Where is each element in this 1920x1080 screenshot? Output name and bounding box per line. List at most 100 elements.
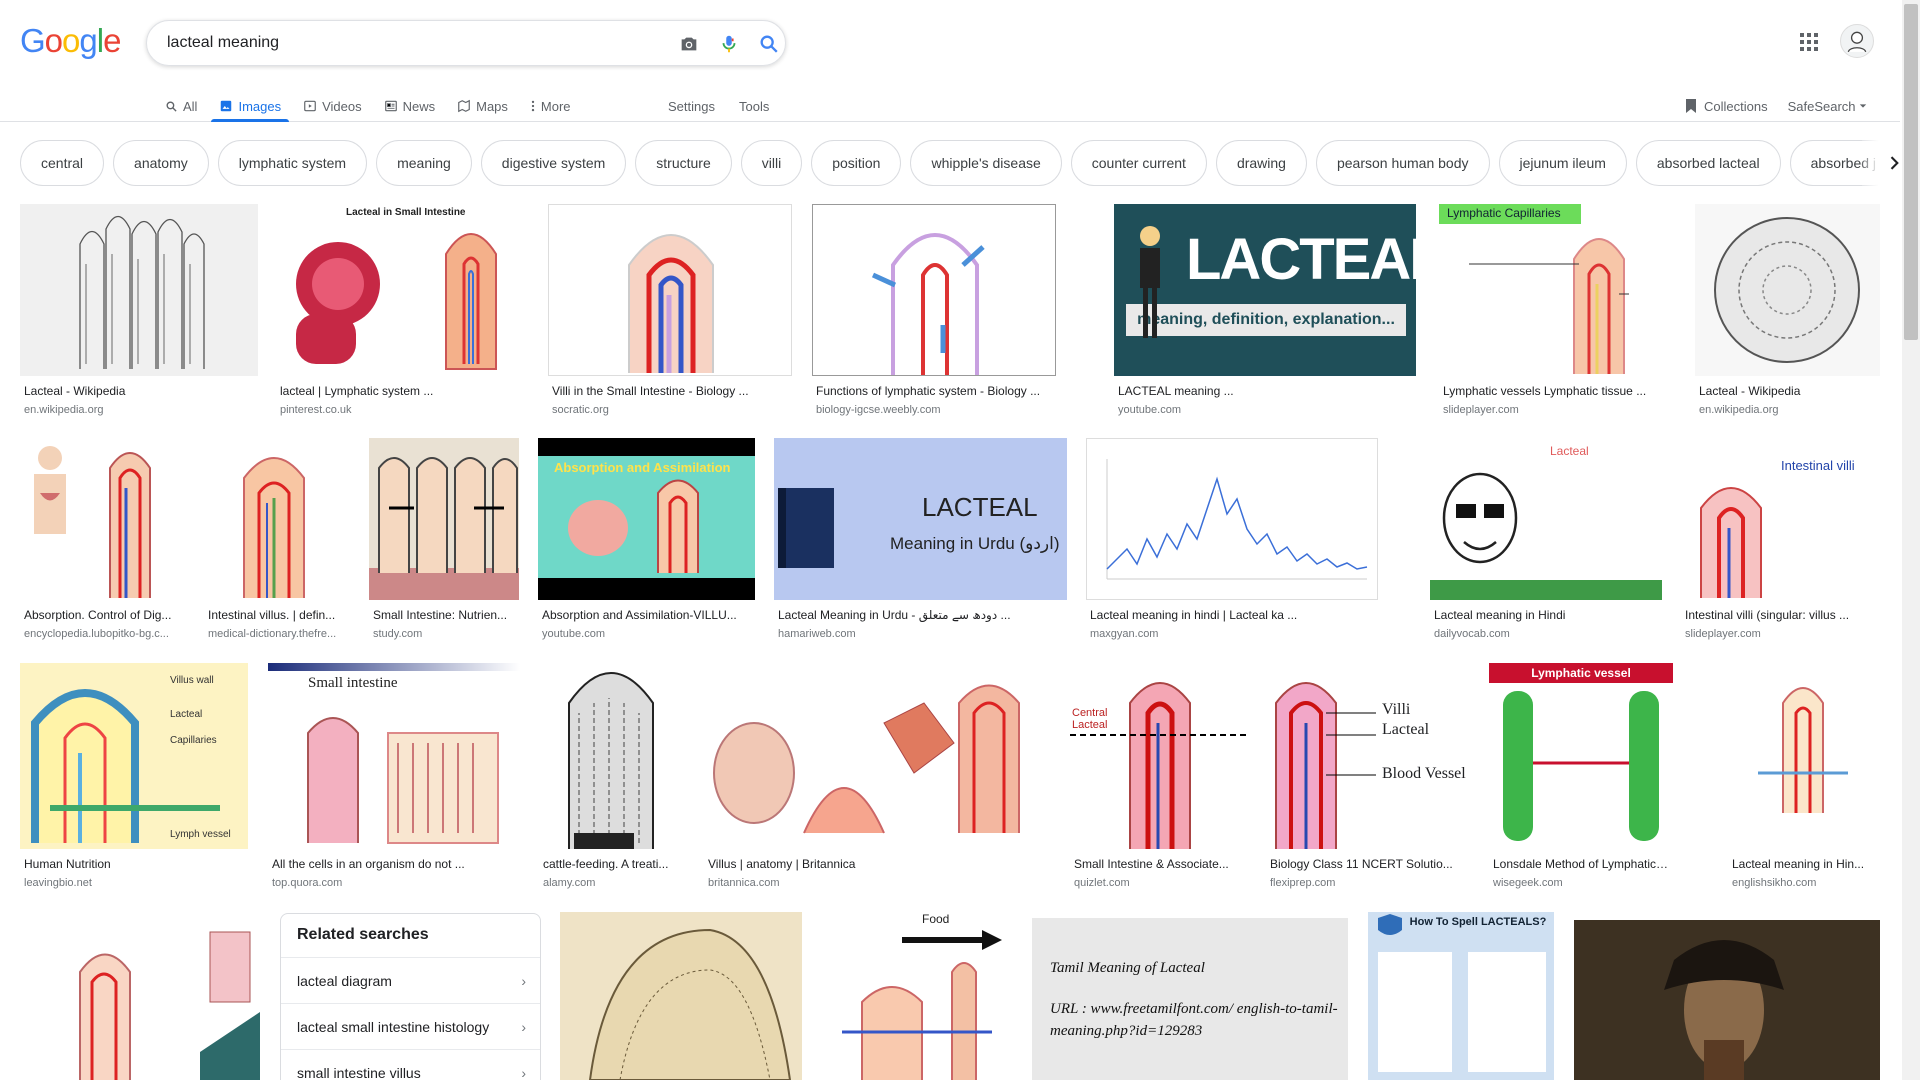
- result-source[interactable]: britannica.com: [708, 877, 1046, 889]
- tab-news[interactable]: News: [384, 90, 435, 122]
- chip[interactable]: digestive system: [480, 140, 627, 186]
- result-caption[interactable]: Lacteal meaning in Hin...: [1732, 857, 1878, 871]
- result-card[interactable]: Lymphatic Capillaries Lymphatic vessels …: [1439, 204, 1675, 424]
- collections-button[interactable]: Collections: [1684, 98, 1768, 114]
- tab-all[interactable]: All: [165, 90, 197, 122]
- tab-videos[interactable]: Videos: [303, 90, 362, 122]
- result-card[interactable]: LACTEAL meaning, definition, explanation…: [1114, 204, 1416, 424]
- result-caption[interactable]: All the cells in an organism do not ...: [272, 857, 516, 871]
- result-source[interactable]: socratic.org: [552, 404, 788, 416]
- account-avatar[interactable]: [1840, 24, 1874, 58]
- result-thumbnail[interactable]: [369, 438, 519, 600]
- result-caption[interactable]: Lacteal meaning in hindi | Lacteal ka ..…: [1090, 608, 1375, 622]
- result-source[interactable]: en.wikipedia.org: [1699, 404, 1876, 416]
- result-thumbnail[interactable]: LACTEAL Meaning in Urdu (اردو): [774, 438, 1067, 600]
- result-thumbnail[interactable]: Villus wall Lacteal Capillaries Lymph ve…: [20, 663, 248, 849]
- result-source[interactable]: wisegeek.com: [1493, 877, 1671, 889]
- result-card[interactable]: Villi in the Small Intestine - Biology .…: [548, 204, 792, 424]
- result-source[interactable]: youtube.com: [542, 628, 752, 640]
- result-card[interactable]: Villus | anatomy | Britannica britannica…: [704, 663, 1050, 893]
- chip[interactable]: jejunum ileum: [1498, 140, 1627, 186]
- settings-link[interactable]: Settings: [668, 99, 715, 114]
- result-caption[interactable]: Functions of lymphatic system - Biology …: [816, 384, 1052, 398]
- result-card[interactable]: Lacteal - Wikipedia en.wikipedia.org: [20, 204, 258, 424]
- result-source[interactable]: study.com: [373, 628, 516, 640]
- related-search-item[interactable]: small intestine villus ›: [281, 1050, 540, 1080]
- result-source[interactable]: maxgyan.com: [1090, 628, 1375, 640]
- result-card[interactable]: LACTEAL Meaning in Urdu (اردو) Lacteal M…: [774, 438, 1067, 648]
- result-caption[interactable]: Absorption. Control of Dig...: [24, 608, 182, 622]
- result-thumbnail[interactable]: Central Lacteal: [1070, 663, 1247, 849]
- result-card[interactable]: Absorption and Assimilation Absorption a…: [538, 438, 755, 648]
- result-thumbnail[interactable]: [1695, 204, 1880, 376]
- chip[interactable]: absorbed lacteal: [1635, 140, 1781, 186]
- result-source[interactable]: pinterest.co.uk: [280, 404, 524, 416]
- result-thumbnail[interactable]: [812, 204, 1056, 376]
- camera-icon[interactable]: [677, 32, 701, 56]
- chip[interactable]: counter current: [1070, 140, 1207, 186]
- result-thumbnail[interactable]: [704, 663, 1050, 849]
- chips-next-button[interactable]: [1862, 140, 1904, 186]
- result-thumbnail[interactable]: Tamil Meaning of Lacteal URL : www.freet…: [1032, 918, 1348, 1080]
- result-card[interactable]: Lacteal Lacteal meaning in Hindi dailyvo…: [1430, 438, 1662, 648]
- result-thumbnail[interactable]: [539, 663, 684, 849]
- chip[interactable]: meaning: [376, 140, 472, 186]
- result-source[interactable]: encyclopedia.lubopitko-bg.c...: [24, 628, 182, 640]
- result-caption[interactable]: Human Nutrition: [24, 857, 244, 871]
- result-card[interactable]: Intestinal villi Intestinal villi (singu…: [1681, 438, 1880, 648]
- result-thumbnail[interactable]: Absorption and Assimilation: [538, 438, 755, 600]
- related-search-item[interactable]: lacteal diagram ›: [281, 958, 540, 1004]
- result-thumbnail[interactable]: How To Spell LACTEALS?: [1368, 912, 1554, 1080]
- result-card[interactable]: Small intestine All the cells in an orga…: [268, 663, 520, 893]
- result-thumbnail[interactable]: [1086, 438, 1378, 600]
- result-card[interactable]: Central Lacteal Small Intestine & Associ…: [1070, 663, 1247, 893]
- result-card[interactable]: Villus wall Lacteal Capillaries Lymph ve…: [20, 663, 248, 893]
- search-input[interactable]: [167, 32, 647, 54]
- result-source[interactable]: slideplayer.com: [1443, 404, 1671, 416]
- result-card[interactable]: Absorption. Control of Dig... encycloped…: [20, 438, 185, 648]
- apps-grid-icon[interactable]: [1797, 30, 1821, 54]
- result-source[interactable]: top.quora.com: [272, 877, 516, 889]
- chip[interactable]: central: [20, 140, 105, 186]
- chip[interactable]: position: [811, 140, 902, 186]
- result-thumbnail[interactable]: Intestinal villi: [1681, 438, 1880, 600]
- result-caption[interactable]: Lacteal - Wikipedia: [24, 384, 254, 398]
- result-thumbnail[interactable]: Small intestine: [268, 663, 520, 849]
- result-card[interactable]: Lacteal - Wikipedia en.wikipedia.org: [1695, 204, 1880, 424]
- result-thumbnail[interactable]: [204, 438, 349, 600]
- result-thumbnail[interactable]: LACTEAL meaning, definition, explanation…: [1114, 204, 1416, 376]
- result-thumbnail[interactable]: [20, 438, 185, 600]
- chip[interactable]: villi: [740, 140, 803, 186]
- search-icon[interactable]: [757, 32, 781, 56]
- result-card[interactable]: Functions of lymphatic system - Biology …: [812, 204, 1056, 424]
- result-source[interactable]: quizlet.com: [1074, 877, 1244, 889]
- result-caption[interactable]: LACTEAL meaning ...: [1118, 384, 1412, 398]
- result-source[interactable]: en.wikipedia.org: [24, 404, 254, 416]
- result-caption[interactable]: Lymphatic vessels Lymphatic tissue ...: [1443, 384, 1671, 398]
- result-thumbnail[interactable]: Lymphatic Capillaries: [1439, 204, 1675, 376]
- result-thumbnail[interactable]: Lacteal: [1430, 438, 1662, 600]
- result-thumbnail[interactable]: [1574, 920, 1880, 1080]
- result-caption[interactable]: Lacteal Meaning in Urdu - دودھ سے متعلق …: [778, 608, 1064, 622]
- result-card[interactable]: Lacteal meaning in Hin... englishsikho.c…: [1728, 663, 1880, 893]
- result-source[interactable]: slideplayer.com: [1685, 628, 1877, 640]
- result-caption[interactable]: Small Intestine & Associate...: [1074, 857, 1244, 871]
- result-caption[interactable]: Lonsdale Method of Lymphatic Mas...: [1493, 857, 1671, 871]
- chip[interactable]: whipple's disease: [910, 140, 1062, 186]
- result-caption[interactable]: Biology Class 11 NCERT Solutio...: [1270, 857, 1466, 871]
- result-card[interactable]: Intestinal villus. | defin... medical-di…: [204, 438, 349, 648]
- result-caption[interactable]: Villus | anatomy | Britannica: [708, 857, 1046, 871]
- result-card[interactable]: Lacteal meaning in hindi | Lacteal ka ..…: [1086, 438, 1378, 648]
- result-thumbnail[interactable]: Lymphatic vessel: [1489, 663, 1673, 849]
- result-thumbnail[interactable]: [20, 204, 258, 376]
- result-source[interactable]: biology-igcse.weebly.com: [816, 404, 1052, 416]
- result-card[interactable]: cattle-feeding. A treati... alamy.com: [539, 663, 684, 893]
- result-caption[interactable]: Intestinal villus. | defin...: [208, 608, 346, 622]
- result-thumbnail[interactable]: [548, 204, 792, 376]
- result-source[interactable]: hamariweb.com: [778, 628, 1064, 640]
- result-caption[interactable]: cattle-feeding. A treati...: [543, 857, 681, 871]
- result-caption[interactable]: Villi in the Small Intestine - Biology .…: [552, 384, 788, 398]
- result-caption[interactable]: Lacteal - Wikipedia: [1699, 384, 1876, 398]
- tab-images[interactable]: Images: [211, 90, 289, 122]
- chip[interactable]: lymphatic system: [217, 140, 368, 186]
